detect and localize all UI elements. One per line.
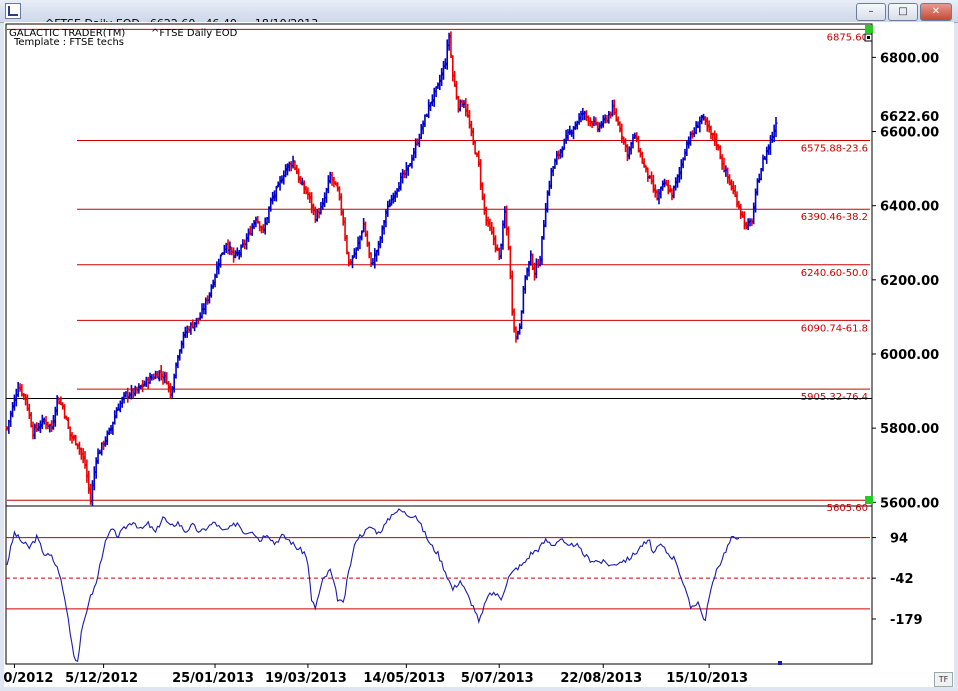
price-tick-label: 5600.00: [880, 496, 939, 511]
date-tick-label: 15/10/2012: [4, 671, 53, 686]
fib-level-label: 5905.32-76.4: [801, 392, 868, 403]
series-label: ^FTSE Daily EOD: [151, 28, 238, 39]
last-bar-marker: [778, 661, 782, 665]
price-tick-label: 6600.00: [880, 126, 939, 141]
date-tick-label: 19/03/2013: [265, 671, 347, 686]
date-tick-label: 5/12/2012: [65, 671, 138, 686]
fib-level-label: 5605.60: [827, 503, 868, 514]
oscillator-tick-label: 94: [890, 532, 908, 547]
fib-level-label: 6390.46-38.2: [801, 212, 868, 223]
chart-area[interactable]: 6875.60 6575.88-23.6 6390.46-38.2 6240.60-5…: [0, 22, 954, 687]
date-tick-label: 15/10/2013: [666, 671, 748, 686]
fib-level-label: 6575.88-23.6: [801, 143, 868, 154]
price-axis: 6800.00 6600.00 6400.00 6200.00 6000.00 5800.…: [872, 51, 939, 511]
timeframe-button[interactable]: TF: [934, 672, 953, 687]
date-tick-label: 22/08/2013: [560, 671, 642, 686]
date-tick-label: 14/05/2013: [363, 671, 445, 686]
maximize-button[interactable]: □: [888, 3, 918, 21]
price-tick-label: 6200.00: [880, 274, 939, 289]
date-tick-label: 25/01/2013: [172, 671, 254, 686]
minimize-button[interactable]: –: [856, 3, 886, 21]
chart-app-icon[interactable]: [5, 3, 21, 19]
chart-svg[interactable]: 6875.60 6575.88-23.6 6390.46-38.2 6240.60-5…: [0, 22, 954, 687]
price-tick-label: 6400.00: [880, 200, 939, 215]
price-tick-label: 5800.00: [880, 422, 939, 437]
title-bar[interactable]: ^FTSE Daily EOD6622.6046.40-18/10/2013 –…: [0, 0, 958, 30]
last-price-label: 6622.60: [880, 110, 939, 125]
fib-level-label: 6090.74-61.8: [801, 323, 868, 334]
fib-level-label: 6240.60-50.0: [801, 268, 868, 279]
price-tick-label: 6000.00: [880, 348, 939, 363]
top-green-marker[interactable]: [865, 25, 873, 33]
bottom-green-marker[interactable]: [865, 496, 873, 504]
price-tick-label: 6800.00: [880, 51, 939, 66]
panel-toggle-icon-dot: [867, 36, 870, 39]
fib-level-label: 6875.60: [827, 32, 868, 43]
date-axis: 15/10/2012 5/12/2012 25/01/2013 19/03/2013 1…: [0, 664, 748, 686]
close-button[interactable]: ✕: [920, 3, 952, 21]
oscillator-tick-label: -179: [890, 613, 923, 628]
chart-window: ^FTSE Daily EOD6622.6046.40-18/10/2013 –…: [0, 0, 958, 691]
oscillator-panel-frame: [5, 505, 873, 665]
oscillator-tick-label: -42: [890, 572, 914, 587]
date-tick-label: 5/07/2013: [461, 671, 534, 686]
oscillator-axis: 94 -42 -179: [872, 532, 923, 628]
template-label: Template : FTSE techs: [13, 37, 124, 48]
